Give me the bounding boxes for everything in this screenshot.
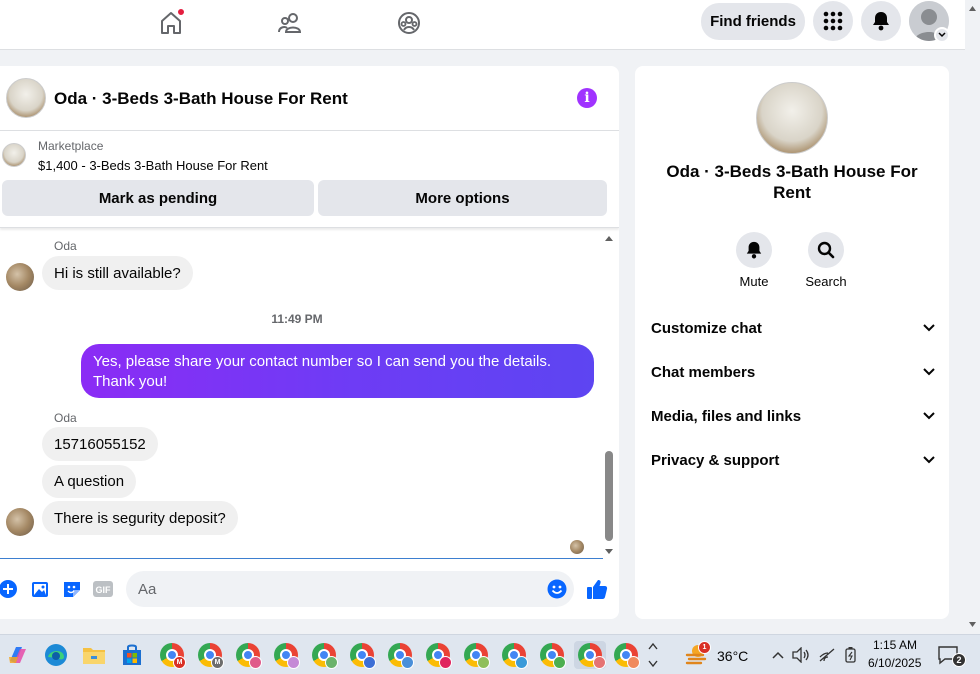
conversation-title: Oda · 3-Beds 3-Bath House For Rent xyxy=(666,162,918,202)
listing-title[interactable]: $1,400 - 3-Beds 3-Bath House For Rent xyxy=(38,158,268,173)
file-explorer-icon[interactable] xyxy=(80,641,108,669)
chrome-profile-icon[interactable] xyxy=(272,641,300,669)
chevron-down-icon xyxy=(923,456,935,464)
info-icon[interactable]: i xyxy=(577,88,597,108)
sender-avatar[interactable] xyxy=(6,263,34,291)
message-bubble[interactable]: Hi is still available? xyxy=(42,256,193,290)
chevron-down-icon xyxy=(923,324,935,332)
chat-panel: Oda · 3-Beds 3-Bath House For Rent i Mar… xyxy=(0,66,619,619)
show-hidden-icons-chevron-icon[interactable] xyxy=(768,641,788,669)
taskbar-overflow-arrows[interactable] xyxy=(645,641,661,669)
chrome-profile-icon[interactable] xyxy=(348,641,376,669)
section-label: Customize chat xyxy=(651,319,762,337)
page-scrollbar[interactable] xyxy=(965,0,980,634)
top-navigation: Find friends xyxy=(0,0,965,50)
notification-count-badge: 2 xyxy=(952,653,966,667)
message-input[interactable] xyxy=(126,571,574,607)
clock-date[interactable]: 6/10/2025 xyxy=(868,656,921,670)
clock-time[interactable]: 1:15 AM xyxy=(873,638,917,652)
chrome-profile-icon[interactable] xyxy=(612,641,640,669)
more-options-button[interactable]: More options xyxy=(318,180,607,216)
battery-icon[interactable] xyxy=(840,641,862,669)
mute-label: Mute xyxy=(739,274,769,289)
message-timestamp: 11:49 PM xyxy=(271,312,323,326)
network-icon[interactable] xyxy=(816,641,838,669)
find-friends-button[interactable]: Find friends xyxy=(701,3,805,40)
mute-button[interactable]: Mute xyxy=(724,232,784,289)
chrome-profile-icon[interactable] xyxy=(500,641,528,669)
copilot-icon[interactable] xyxy=(4,641,32,669)
temperature-text[interactable]: 36°C xyxy=(717,648,748,664)
chat-header: Oda · 3-Beds 3-Bath House For Rent i xyxy=(0,66,619,131)
chevron-down-icon xyxy=(923,412,935,420)
chrome-profile-icon[interactable]: M xyxy=(158,641,186,669)
search-label: Search xyxy=(805,274,847,289)
edge-browser-icon[interactable] xyxy=(42,641,70,669)
conversation-info-panel: Oda · 3-Beds 3-Bath House For Rent Mute … xyxy=(635,66,949,619)
message-bubble[interactable]: A question xyxy=(42,465,137,498)
weather-badge: 1 xyxy=(698,641,711,654)
chevron-down-icon xyxy=(923,368,935,376)
groups-icon[interactable] xyxy=(394,8,424,38)
media-files-links-section[interactable]: Media, files and links xyxy=(651,406,935,426)
chat-scrollbar-thumb[interactable] xyxy=(605,451,613,541)
marketplace-label: Marketplace xyxy=(38,139,104,153)
message-bubble-outgoing[interactable]: Yes, please share your contact number so… xyxy=(81,344,594,398)
gif-icon[interactable]: GIF xyxy=(92,578,114,600)
seen-indicator-avatar xyxy=(570,540,584,554)
sender-name: Oda xyxy=(54,411,77,425)
chrome-profile-icon[interactable] xyxy=(424,641,452,669)
microsoft-store-icon[interactable] xyxy=(118,641,146,669)
listing-thumbnail[interactable] xyxy=(2,143,26,167)
mark-as-pending-button[interactable]: Mark as pending xyxy=(2,180,314,216)
section-label: Privacy & support xyxy=(651,451,780,469)
chrome-profile-icon[interactable]: M xyxy=(196,641,224,669)
section-label: Chat members xyxy=(651,363,756,381)
home-icon[interactable] xyxy=(156,8,186,38)
search-icon[interactable] xyxy=(808,232,844,268)
chrome-profile-icon[interactable] xyxy=(462,641,490,669)
chrome-profile-icon[interactable] xyxy=(234,641,262,669)
like-thumbs-up-icon[interactable] xyxy=(586,578,608,600)
customize-chat-section[interactable]: Customize chat xyxy=(651,318,935,338)
privacy-support-section[interactable]: Privacy & support xyxy=(651,450,935,470)
volume-icon[interactable] xyxy=(790,641,812,669)
message-composer: GIF xyxy=(0,559,619,619)
listing-avatar[interactable] xyxy=(6,78,46,118)
menu-grid-icon[interactable] xyxy=(813,1,853,41)
message-bubble[interactable]: 15716055152 xyxy=(42,427,158,461)
chat-title[interactable]: Oda · 3-Beds 3-Bath House For Rent xyxy=(54,89,348,109)
chevron-down-icon[interactable] xyxy=(934,27,950,43)
friends-icon[interactable] xyxy=(275,8,305,38)
photo-icon[interactable] xyxy=(30,578,52,600)
sticker-icon[interactable] xyxy=(61,578,83,600)
notification-dot xyxy=(177,8,185,16)
bell-icon[interactable] xyxy=(736,232,772,268)
svg-text:GIF: GIF xyxy=(96,585,112,595)
notification-center-icon[interactable]: 2 xyxy=(934,641,966,669)
notifications-icon[interactable] xyxy=(861,1,901,41)
chat-members-section[interactable]: Chat members xyxy=(651,362,935,382)
chrome-profile-icon[interactable] xyxy=(310,641,338,669)
search-button[interactable]: Search xyxy=(796,232,856,289)
chrome-profile-icon-active[interactable] xyxy=(574,641,606,669)
message-list: Oda Hi is still available? 11:49 PM Yes,… xyxy=(0,228,619,558)
chrome-profile-icon[interactable] xyxy=(538,641,566,669)
add-icon[interactable] xyxy=(0,578,19,600)
windows-taskbar: M M 1 36°C 1:15 AM 6/10/2025 2 xyxy=(0,634,980,674)
sender-avatar[interactable] xyxy=(6,508,34,536)
section-label: Media, files and links xyxy=(651,407,802,425)
weather-icon[interactable]: 1 xyxy=(683,641,711,669)
message-bubble[interactable]: There is segurity deposit? xyxy=(42,501,238,535)
listing-avatar-large[interactable] xyxy=(756,82,828,154)
sender-name: Oda xyxy=(54,239,77,253)
marketplace-banner: Marketplace $1,400 - 3-Beds 3-Bath House… xyxy=(0,131,619,228)
chrome-profile-icon[interactable] xyxy=(386,641,414,669)
emoji-icon[interactable] xyxy=(546,578,568,600)
